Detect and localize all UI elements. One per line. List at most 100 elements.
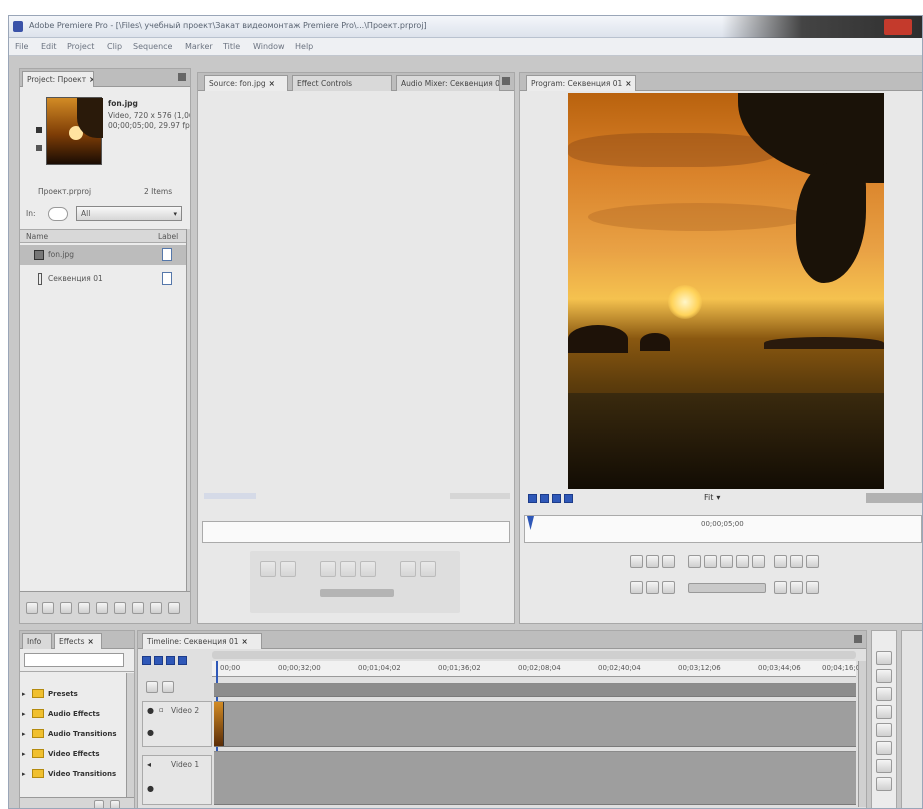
fit-dropdown[interactable]: Fit ▾ (704, 493, 740, 505)
tab-timeline[interactable]: Timeline: Секвенция 01 × (142, 633, 262, 649)
overlay-button[interactable] (420, 561, 436, 577)
settings-icon[interactable] (150, 602, 162, 614)
icon-view-icon[interactable] (42, 602, 54, 614)
trim-button[interactable] (806, 581, 819, 594)
effects-scrollbar[interactable] (126, 673, 134, 797)
step-forward-button[interactable] (736, 555, 749, 568)
list-view-icon[interactable] (26, 602, 38, 614)
source-time-ruler[interactable] (202, 521, 510, 543)
rolling-edit-tool-icon[interactable] (876, 705, 892, 719)
tab-program[interactable]: Program: Секвенция 01 × (526, 75, 636, 91)
menu-title[interactable]: Title (223, 42, 240, 51)
close-window-button[interactable] (884, 19, 912, 35)
column-label-header[interactable]: Label (158, 232, 178, 241)
play-button[interactable] (340, 561, 356, 577)
effects-folder-item[interactable]: ▸ Video Effects (20, 745, 124, 763)
close-tab-icon[interactable]: × (88, 637, 94, 646)
new-item-icon[interactable] (114, 602, 126, 614)
effects-search-input[interactable] (24, 653, 124, 667)
menu-clip[interactable]: Clip (107, 42, 122, 51)
project-item-row[interactable]: Секвенция 01 (20, 269, 190, 289)
go-to-in-button[interactable] (688, 555, 701, 568)
speaker-icon[interactable]: ◂ (147, 760, 151, 769)
step-forward-button[interactable] (360, 561, 376, 577)
output-button[interactable] (806, 555, 819, 568)
find-icon[interactable] (78, 602, 90, 614)
track-select-tool-icon[interactable] (876, 669, 892, 683)
menu-edit[interactable]: Edit (41, 42, 57, 51)
tab-audio-mixer[interactable]: Audio Mixer: Секвенция 01 (396, 75, 500, 91)
step-back-button[interactable] (704, 555, 717, 568)
go-to-out-button[interactable] (752, 555, 765, 568)
close-tab-icon[interactable]: × (625, 79, 631, 88)
tab-source[interactable]: Source: fon.jpg × (204, 75, 288, 91)
eye-icon[interactable]: ● (147, 784, 154, 793)
new-bin-icon[interactable] (96, 602, 108, 614)
timeline-scrollbar[interactable] (858, 661, 866, 807)
safe-margins-button[interactable] (790, 555, 803, 568)
set-marker-icon[interactable] (162, 681, 174, 693)
go-to-previous-edit-button[interactable] (630, 581, 643, 594)
delete-icon[interactable] (168, 602, 180, 614)
menu-help[interactable]: Help (295, 42, 313, 51)
play-thumbnail-icon[interactable] (36, 127, 42, 133)
eye-icon[interactable]: ● (147, 706, 154, 715)
step-back-button[interactable] (320, 561, 336, 577)
tab-project[interactable]: Project: Проект× (22, 71, 94, 87)
effects-folder-item[interactable]: ▸ Audio Effects (20, 705, 124, 723)
new-custom-bin-icon[interactable] (94, 800, 104, 808)
delete-icon[interactable] (110, 800, 120, 808)
jog-shuttle[interactable] (320, 589, 394, 597)
close-tab-icon[interactable]: × (269, 79, 275, 88)
track-lane-video[interactable]: fon.jpg (214, 701, 856, 747)
insert-button[interactable] (400, 561, 416, 577)
set-poster-frame-icon[interactable] (36, 145, 42, 151)
close-tab-icon[interactable]: × (242, 637, 248, 646)
track-lane[interactable] (214, 683, 856, 697)
playhead-icon[interactable] (527, 516, 534, 530)
set-out-point-button[interactable] (646, 555, 659, 568)
play-in-to-out-button[interactable] (646, 581, 659, 594)
effects-folder-item[interactable]: ▸ Audio Transitions (20, 725, 124, 743)
eye-icon[interactable]: ● (147, 728, 154, 737)
jog-shuttle[interactable] (688, 583, 766, 593)
loop-button[interactable] (774, 555, 787, 568)
effects-folder-item[interactable]: ▸ Video Transitions (20, 765, 124, 783)
set-out-point-button[interactable] (280, 561, 296, 577)
menu-window[interactable]: Window (253, 42, 285, 51)
snap-icon[interactable] (146, 681, 158, 693)
menu-sequence[interactable]: Sequence (133, 42, 172, 51)
program-time-ruler[interactable]: 00;00;05;00 (524, 515, 922, 543)
set-marker-button[interactable] (662, 555, 675, 568)
project-scrollbar[interactable] (186, 229, 190, 591)
in-dropdown[interactable]: All ▾ (76, 206, 182, 221)
pen-tool-icon[interactable] (876, 759, 892, 773)
slip-tool-icon[interactable] (876, 741, 892, 755)
track-lane-video[interactable] (214, 751, 856, 805)
go-to-next-edit-button[interactable] (662, 581, 675, 594)
timeline-ruler[interactable]: 00;00 00;00;32;00 00;01;04;02 00;01;36;0… (212, 661, 865, 677)
panel-menu-icon[interactable] (502, 77, 510, 85)
timeline-zoom-bar[interactable] (212, 651, 856, 659)
menu-marker[interactable]: Marker (185, 42, 213, 51)
clear-icon[interactable] (132, 602, 144, 614)
timeline-clip[interactable]: fon.jpg (214, 702, 224, 746)
close-tab-icon[interactable]: × (89, 75, 93, 84)
search-field[interactable] (48, 207, 68, 221)
column-name-header[interactable]: Name (26, 232, 48, 241)
set-in-point-button[interactable] (260, 561, 276, 577)
panel-menu-icon[interactable] (854, 635, 862, 643)
effects-folder-item[interactable]: ▸ Presets (20, 685, 124, 703)
ripple-edit-tool-icon[interactable] (876, 687, 892, 701)
hand-tool-icon[interactable] (876, 777, 892, 791)
project-item-row[interactable]: fon.jpg (20, 245, 190, 265)
menu-project[interactable]: Project (67, 42, 94, 51)
tab-effect-controls[interactable]: Effect Controls (292, 75, 392, 91)
extract-button[interactable] (790, 581, 803, 594)
selection-tool-icon[interactable] (876, 651, 892, 665)
lift-button[interactable] (774, 581, 787, 594)
tab-info[interactable]: Info (22, 633, 52, 649)
tab-effects[interactable]: Effects × (54, 633, 102, 649)
panel-menu-icon[interactable] (178, 73, 186, 81)
lock-icon[interactable]: ▫ (159, 706, 164, 714)
